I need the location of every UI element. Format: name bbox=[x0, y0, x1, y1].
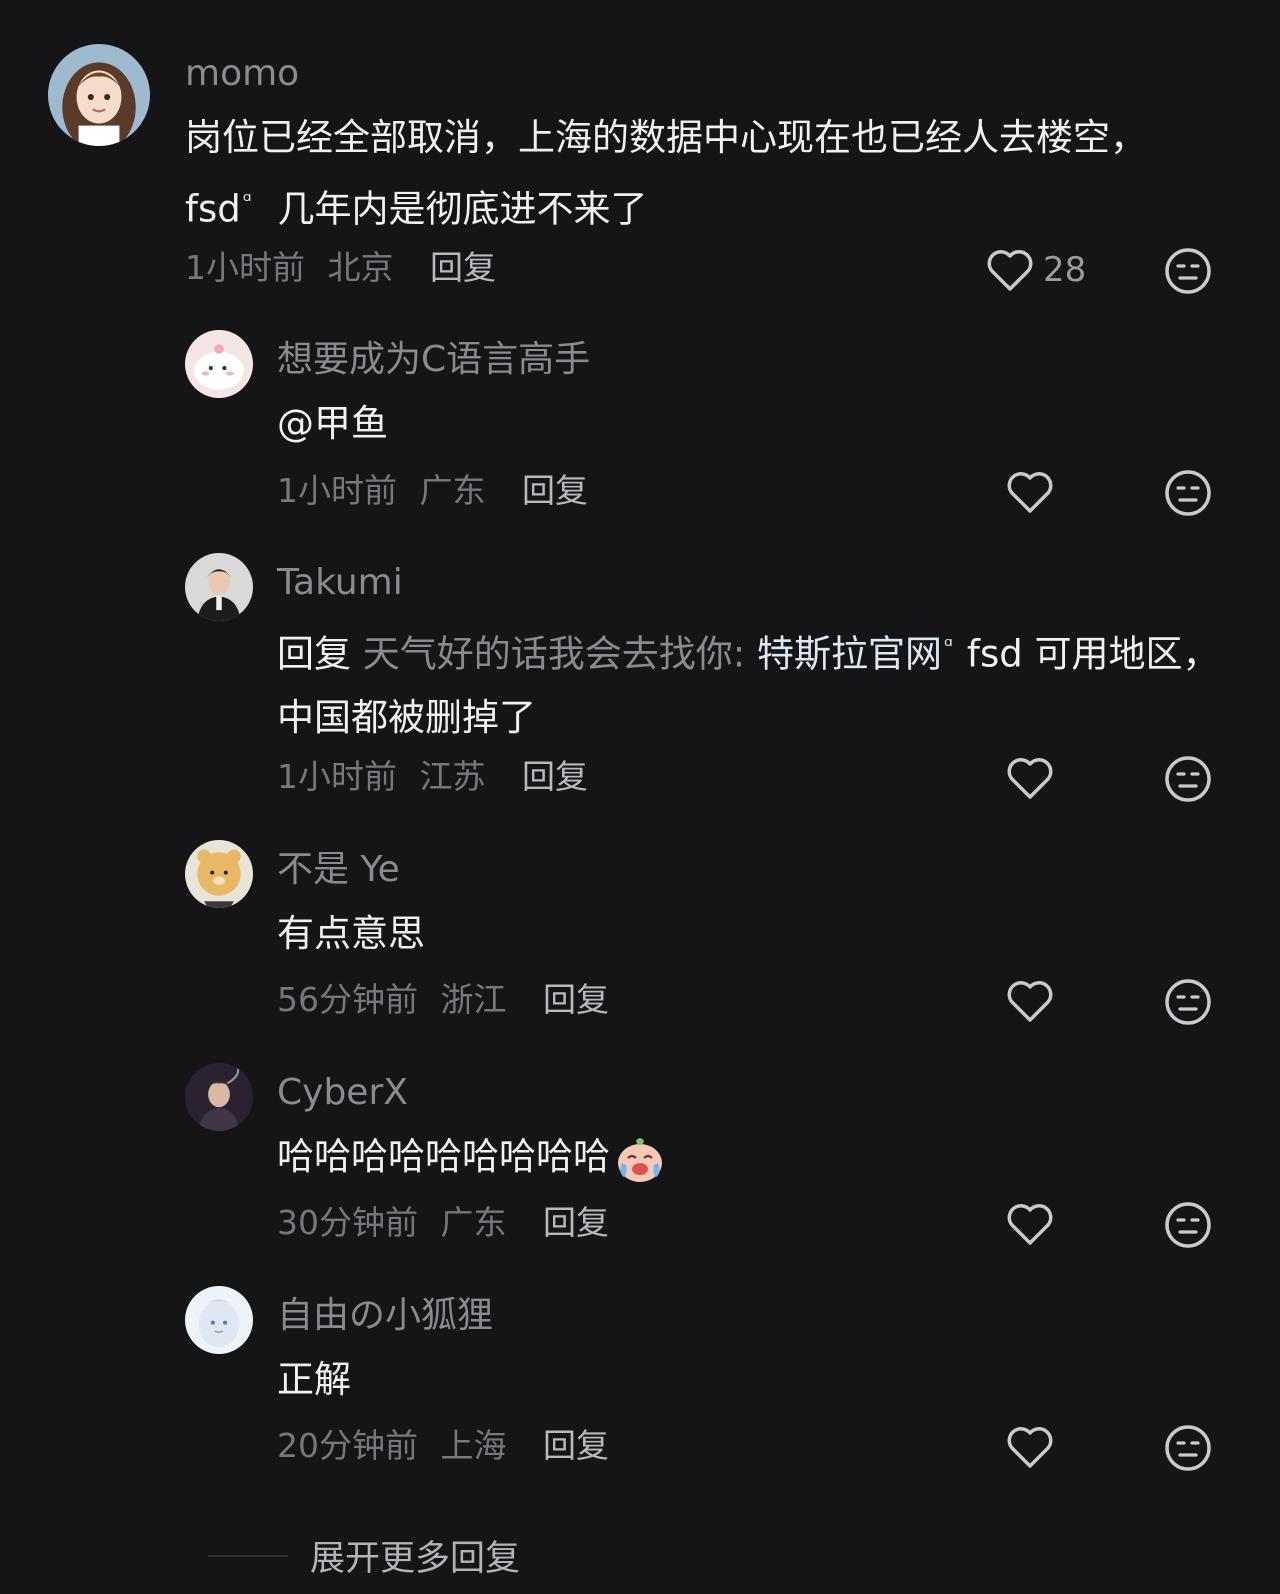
heart-outline-icon bbox=[987, 250, 1033, 291]
reply-button[interactable]: 回复 bbox=[543, 1426, 609, 1465]
username[interactable]: Takumi bbox=[277, 563, 403, 603]
like-button[interactable] bbox=[1005, 978, 1055, 1024]
neutral-face-icon bbox=[1165, 1425, 1211, 1471]
heart-outline-icon bbox=[1007, 981, 1053, 1022]
comment-text: 回复 天气好的话我会去找你: 特斯拉官网ᵅ fsd 可用地区，中国都被删掉了 bbox=[277, 615, 1227, 750]
neutral-face-icon bbox=[1165, 248, 1211, 294]
comment-text: @甲鱼 bbox=[277, 402, 388, 445]
location: 浙江 bbox=[440, 980, 507, 1019]
username[interactable]: 想要成为C语言高手 bbox=[277, 340, 590, 380]
comment-meta: 1小时前 江苏 回复 bbox=[277, 757, 588, 797]
username[interactable]: momo bbox=[185, 54, 299, 94]
comment-text-rest: 几年内是彻底进不来了 bbox=[265, 187, 648, 231]
reply-button[interactable]: 回复 bbox=[543, 1203, 609, 1242]
avatar[interactable] bbox=[185, 1063, 253, 1131]
location: 北京 bbox=[327, 248, 394, 287]
comment-meta: 30分钟前 广东 回复 bbox=[277, 1203, 609, 1243]
dislike-button[interactable] bbox=[1163, 246, 1213, 300]
neutral-face-icon bbox=[1165, 470, 1211, 516]
comment-text-part: 哈哈哈哈哈哈哈哈哈 bbox=[277, 1135, 610, 1178]
avatar[interactable] bbox=[185, 1286, 253, 1354]
dislike-button[interactable] bbox=[1163, 468, 1213, 522]
like-button[interactable] bbox=[1005, 469, 1055, 515]
dislike-button[interactable] bbox=[1163, 977, 1213, 1031]
comment-text: 有点意思 bbox=[277, 912, 425, 955]
avatar[interactable] bbox=[185, 553, 253, 621]
dislike-button[interactable] bbox=[1163, 1200, 1213, 1254]
heart-outline-icon bbox=[1007, 1427, 1053, 1468]
location: 江苏 bbox=[419, 757, 486, 796]
reply-button[interactable]: 回复 bbox=[522, 757, 588, 796]
expand-more-replies[interactable]: 展开更多回复 bbox=[208, 1530, 520, 1581]
like-count: 28 bbox=[1043, 250, 1087, 290]
comment-meta: 1小时前 广东 回复 bbox=[277, 471, 588, 511]
timestamp: 1小时前 bbox=[185, 248, 305, 287]
reply-button[interactable]: 回复 bbox=[543, 980, 609, 1019]
username[interactable]: 不是 Ye bbox=[277, 850, 400, 890]
neutral-face-icon bbox=[1165, 756, 1211, 802]
avatar[interactable] bbox=[48, 44, 150, 146]
comment-text: 正解 bbox=[277, 1358, 351, 1401]
timestamp: 1小时前 bbox=[277, 471, 397, 510]
timestamp: 1小时前 bbox=[277, 757, 397, 796]
reply-button[interactable]: 回复 bbox=[522, 471, 588, 510]
location: 上海 bbox=[440, 1426, 507, 1465]
crying-laughing-emoji bbox=[618, 1137, 662, 1182]
search-mark-icon[interactable]: ᵅ bbox=[944, 634, 953, 659]
avatar[interactable] bbox=[185, 840, 253, 908]
comment-meta: 20分钟前 上海 回复 bbox=[277, 1426, 609, 1466]
comment-text: 哈哈哈哈哈哈哈哈哈 bbox=[277, 1125, 1177, 1189]
comment-meta: 56分钟前 浙江 回复 bbox=[277, 980, 609, 1020]
username[interactable]: 自由の小狐狸 bbox=[277, 1296, 493, 1336]
timestamp: 30分钟前 bbox=[277, 1203, 418, 1242]
expand-more-label[interactable]: 展开更多回复 bbox=[310, 1530, 520, 1581]
reply-prefix: 回复 bbox=[277, 632, 351, 676]
location: 广东 bbox=[440, 1203, 507, 1242]
dislike-button[interactable] bbox=[1163, 754, 1213, 808]
neutral-face-icon bbox=[1165, 979, 1211, 1025]
avatar[interactable] bbox=[185, 330, 253, 398]
heart-outline-icon bbox=[1007, 1204, 1053, 1245]
comment-text: 岗位已经全部取消，上海的数据中心现在也已经人去楼空， fsdᵅ 几年内是彻底进不… bbox=[185, 106, 1175, 241]
like-button[interactable]: 28 bbox=[985, 247, 1086, 293]
divider bbox=[208, 1554, 288, 1557]
heart-outline-icon bbox=[1007, 758, 1053, 799]
timestamp: 56分钟前 bbox=[277, 980, 418, 1019]
heart-outline-icon bbox=[1007, 472, 1053, 513]
comment-meta: 1小时前 北京 回复 bbox=[185, 248, 496, 288]
search-link[interactable]: 特斯拉官网 bbox=[757, 632, 942, 675]
reply-button[interactable]: 回复 bbox=[430, 248, 496, 287]
neutral-face-icon bbox=[1165, 1202, 1211, 1248]
like-button[interactable] bbox=[1005, 755, 1055, 801]
reply-to-user[interactable]: 天气好的话我会去找你: bbox=[363, 632, 745, 675]
like-button[interactable] bbox=[1005, 1424, 1055, 1470]
timestamp: 20分钟前 bbox=[277, 1426, 418, 1465]
dislike-button[interactable] bbox=[1163, 1423, 1213, 1477]
like-button[interactable] bbox=[1005, 1201, 1055, 1247]
location: 广东 bbox=[419, 471, 486, 510]
username[interactable]: CyberX bbox=[277, 1073, 408, 1113]
search-mark-icon[interactable]: ᵅ bbox=[243, 189, 252, 214]
